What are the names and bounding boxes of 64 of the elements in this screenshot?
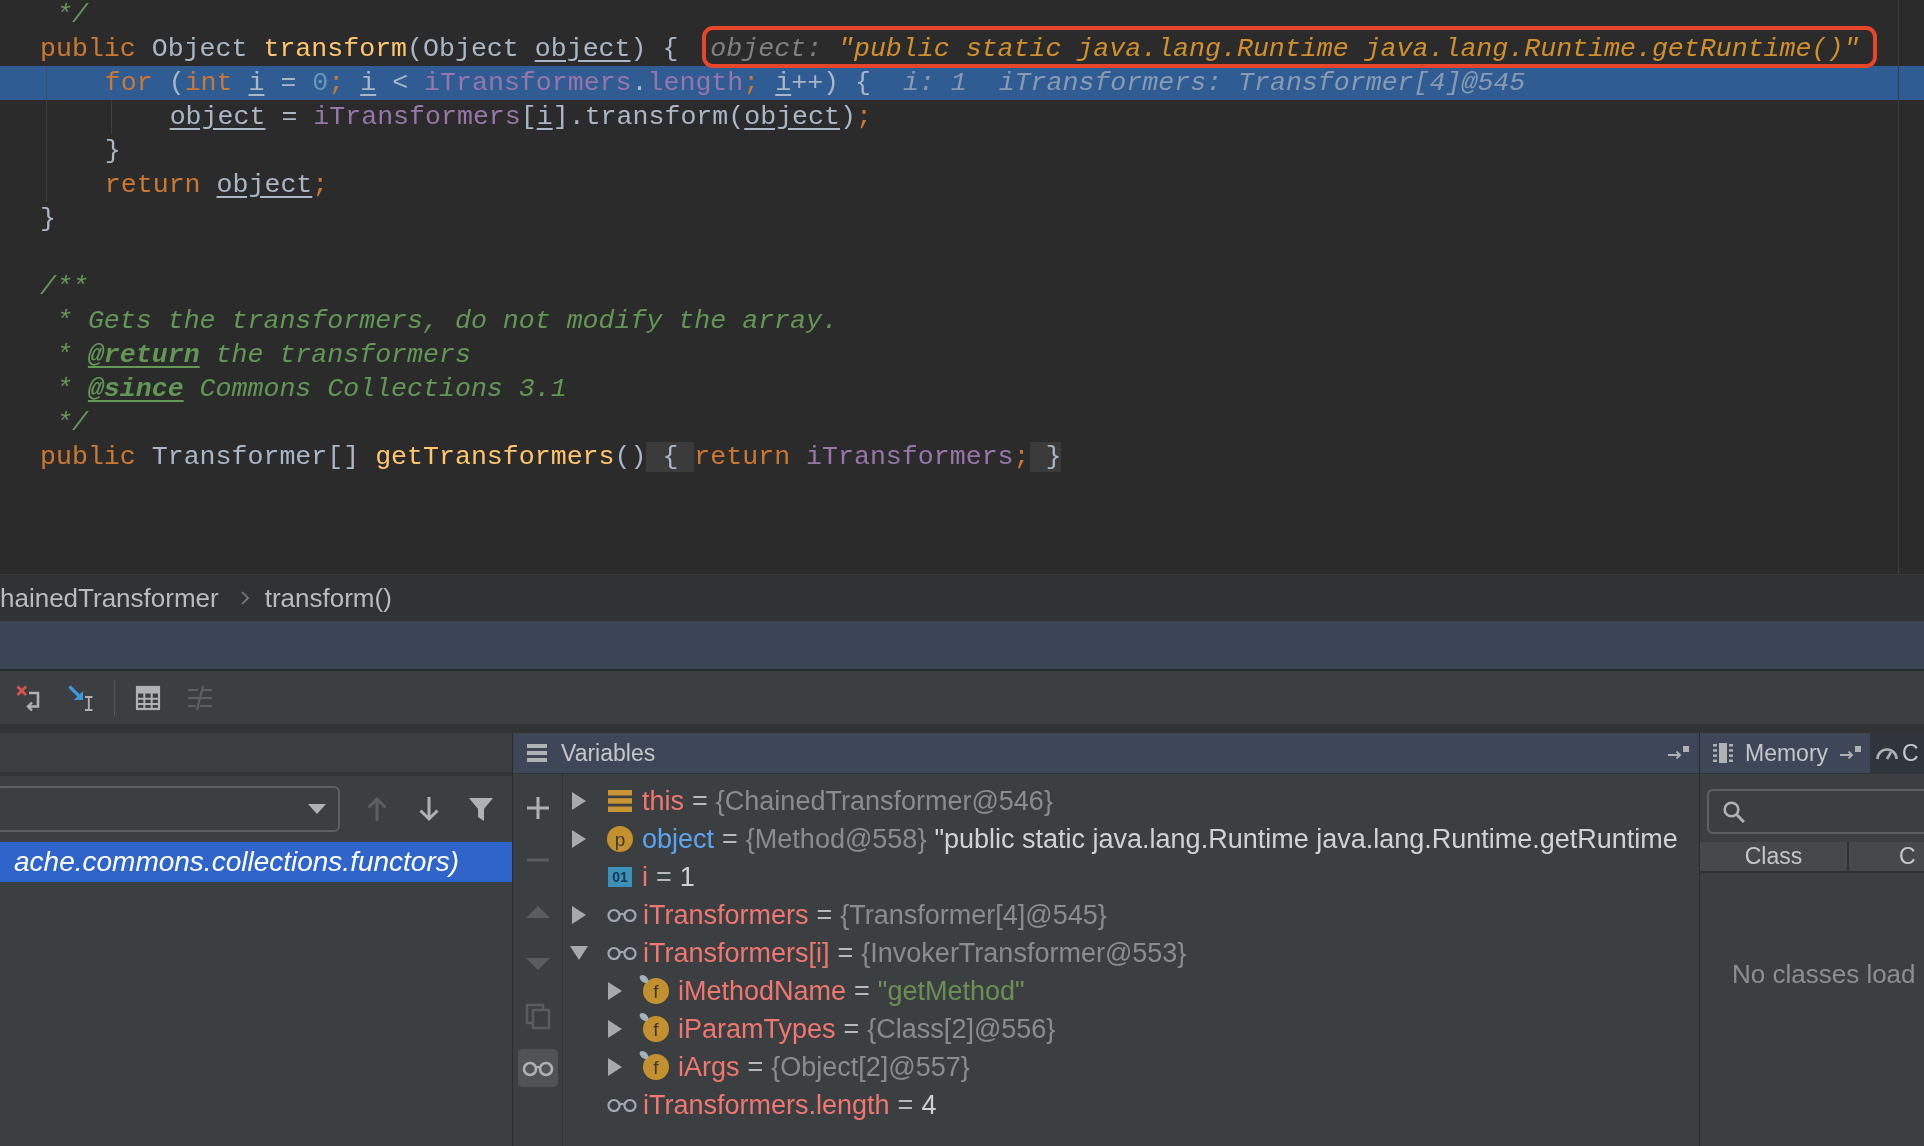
code-line: for (int i = 0; i < iTransformers.length; i++) {: [104, 67, 871, 100]
variable-tree-item[interactable]: f iArgs = {Object[2]@557}: [607, 1051, 970, 1083]
down-arrow-icon[interactable]: [416, 796, 442, 822]
arrow-cursor-icon[interactable]: [68, 684, 94, 711]
arrow-square-icon[interactable]: [1840, 746, 1863, 760]
glasses-icon: [607, 908, 637, 922]
triangle-right-icon[interactable]: [571, 906, 587, 924]
variable-tree-item[interactable]: iTransformers = {Transformer[4]@545}: [571, 899, 1107, 931]
list-icon: [527, 744, 547, 762]
triangle-right-icon[interactable]: [571, 830, 587, 848]
breadcrumb-item[interactable]: hainedTransformer: [0, 582, 219, 614]
code-line: public Transformer[] getTransformers() { return iTransformers; }: [40, 441, 1062, 474]
caret-down-icon: [308, 804, 326, 814]
code-line: */: [54, 407, 88, 440]
code-line: object = iTransformers[i].transform(object);: [169, 101, 872, 134]
stacked-bars-icon: [608, 790, 632, 812]
parameter-badge: p: [607, 826, 633, 852]
field-badge: f: [643, 978, 669, 1004]
variable-tree-item[interactable]: 01 i = 1: [571, 861, 695, 893]
code-line: }: [40, 203, 56, 236]
code-line: */: [54, 0, 88, 32]
cross-arrow-icon[interactable]: [16, 684, 42, 711]
inline-debug-value: object: "public static java.lang.Runtime java.lang.Runtime.getRuntime()": [710, 34, 1860, 64]
filter-icon[interactable]: [468, 796, 494, 822]
inline-debug-value: i: 1: [902, 68, 967, 98]
primitive-badge: 01: [608, 867, 632, 887]
column-header[interactable]: C: [1849, 842, 1916, 871]
triangle-right-icon[interactable]: [607, 1020, 623, 1038]
triangle-right-icon[interactable]: [607, 982, 623, 1000]
search-field[interactable]: [1707, 789, 1924, 834]
arrow-square-icon[interactable]: [1668, 746, 1690, 760]
search-icon: [1723, 800, 1745, 823]
chip-icon: [1713, 743, 1733, 763]
field-badge: f: [643, 1054, 669, 1080]
glasses-icon: [607, 1098, 637, 1112]
triangle-right-icon[interactable]: [571, 792, 587, 810]
gauge-icon: [1876, 746, 1899, 760]
stack-frame-item[interactable]: ache.commons.collections.functors): [0, 842, 512, 882]
code-line: * @return the transformers: [54, 339, 471, 372]
calculator-icon[interactable]: [135, 684, 161, 711]
variable-tree-item[interactable]: iTransformers[i] = {InvokerTransformer@553}: [571, 937, 1187, 969]
inline-debug-value: iTransformers: Transformer[4]@545: [998, 68, 1526, 98]
panel-tab[interactable]: Memory: [1700, 733, 1871, 773]
variable-tree-item[interactable]: iTransformers.length = 4: [571, 1089, 937, 1121]
glasses-icon: [607, 946, 637, 960]
glasses-icon[interactable]: [517, 1049, 558, 1087]
code-line: return object;: [104, 169, 329, 202]
empty-message: No classes load: [1731, 959, 1917, 990]
code-line: * Gets the transformers, do not modify the array.: [54, 305, 838, 338]
chevron-icon: [240, 591, 249, 605]
column-header[interactable]: Class: [1700, 842, 1849, 871]
panel-title: Variables: [561, 739, 656, 767]
variable-tree-item[interactable]: p object = {Method@558} "public static java.lang.Runtime java.lang.Runtime.getRuntime: [571, 823, 1678, 855]
code-line: /**: [40, 271, 88, 304]
variable-tree-item[interactable]: f iParamTypes = {Class[2]@556}: [607, 1013, 1056, 1045]
field-badge: f: [643, 1016, 669, 1042]
breadcrumb-item[interactable]: transform(): [264, 582, 392, 614]
variable-tree-item[interactable]: f iMethodName = "getMethod": [607, 975, 1025, 1007]
variable-tree-item[interactable]: this = {ChainedTransformer@546}: [571, 785, 1053, 817]
triangle-right-icon[interactable]: [607, 1058, 623, 1076]
code-line: * @since Commons Collections 3.1: [54, 373, 567, 406]
code-line: }: [104, 135, 121, 168]
code-line: public Object transform(Object object) {: [40, 33, 679, 66]
triangle-down-icon[interactable]: [570, 945, 588, 961]
